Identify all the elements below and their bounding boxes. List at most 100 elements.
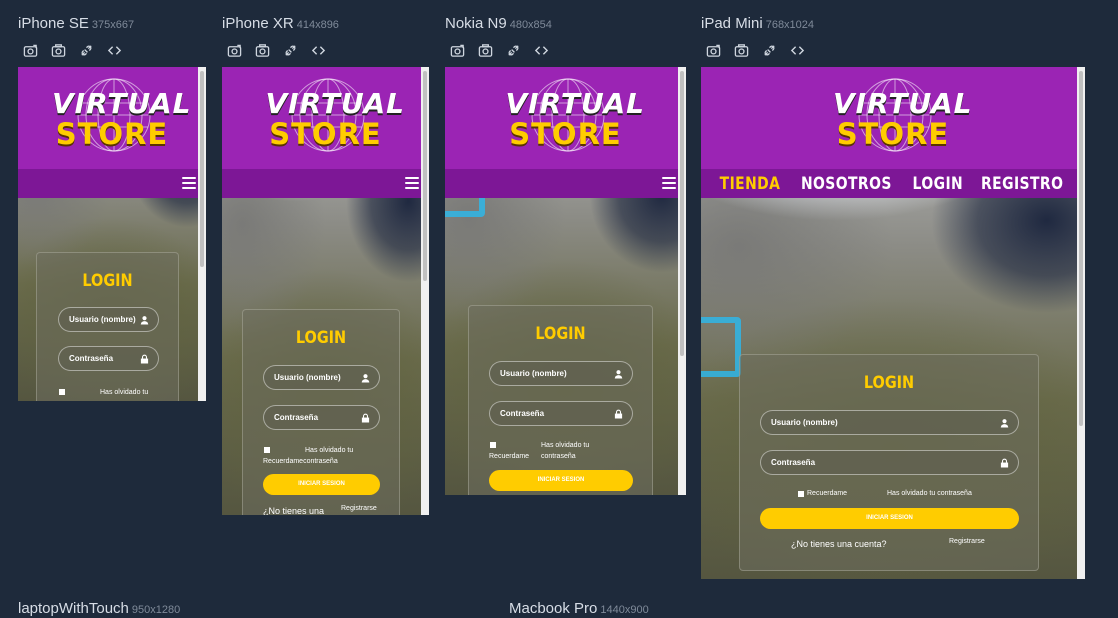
password-field[interactable]: Contraseña: [489, 401, 633, 426]
login-card: LOGIN Usuario (nombre) Contraseña Has ol…: [242, 309, 400, 515]
camera-icon[interactable]: [50, 42, 66, 58]
device-viewport: VIRTUAL STORE LOGIN Usuario (nombre) Con…: [18, 67, 206, 401]
username-field[interactable]: Usuario (nombre): [58, 307, 159, 332]
device-title: iPhone XR 414x896: [222, 15, 339, 32]
scrollbar[interactable]: [198, 67, 206, 401]
hamburger-menu-icon[interactable]: [182, 177, 196, 189]
device-toolbar: [705, 42, 805, 58]
site-logo[interactable]: VIRTUAL STORE: [833, 67, 971, 163]
logo-text-virtual: VIRTUAL: [265, 87, 405, 120]
device-size: 480x854: [509, 19, 552, 31]
login-title: LOGIN: [295, 328, 347, 348]
scrollbar[interactable]: [421, 67, 429, 515]
plug-icon[interactable]: [282, 42, 298, 58]
nav-item-tienda[interactable]: TIENDA: [720, 174, 781, 194]
lock-icon: [361, 413, 370, 423]
navbar: [222, 169, 429, 198]
remember-checkbox[interactable]: [490, 442, 496, 448]
password-placeholder: Contraseña: [500, 409, 545, 418]
device-name: iPhone XR: [222, 15, 294, 32]
site-logo[interactable]: VIRTUAL STORE: [265, 67, 405, 163]
password-field[interactable]: Contraseña: [760, 450, 1019, 475]
device-name: Macbook Pro: [509, 600, 598, 617]
lock-icon: [1000, 458, 1009, 468]
scrollbar[interactable]: [1077, 67, 1085, 579]
login-title: LOGIN: [82, 271, 133, 291]
nav-item-nosotros[interactable]: NOSOTROS: [801, 174, 892, 194]
plug-icon[interactable]: [761, 42, 777, 58]
username-placeholder: Usuario (nombre): [69, 315, 136, 324]
forgot-password-link[interactable]: Has olvidado tu: [100, 388, 148, 398]
device-viewport: VIRTUAL STORE LOGIN Usuario (nombre) Con…: [445, 67, 686, 495]
site-logo[interactable]: VIRTUAL STORE: [52, 67, 190, 163]
camera-icon[interactable]: [477, 42, 493, 58]
password-field[interactable]: Contraseña: [263, 405, 380, 430]
device-name: iPad Mini: [701, 15, 763, 32]
password-placeholder: Contraseña: [771, 458, 816, 467]
nav-item-login[interactable]: LOGIN: [912, 174, 963, 194]
remember-checkbox[interactable]: [798, 491, 804, 497]
device-name: iPhone SE: [18, 15, 89, 32]
forgot-password-link-line2[interactable]: contraseña: [541, 452, 576, 462]
remember-checkbox[interactable]: [264, 447, 270, 453]
camera-rotate-icon[interactable]: [705, 42, 721, 58]
user-icon: [614, 370, 623, 379]
login-card: LOGIN Usuario (nombre) Contraseña Recuer…: [468, 305, 653, 495]
code-icon[interactable]: [533, 42, 549, 58]
device-size: 768x1024: [765, 19, 815, 31]
logo-text-store: STORE: [269, 117, 382, 151]
lock-icon: [614, 409, 623, 419]
plug-icon[interactable]: [78, 42, 94, 58]
device-toolbar: [22, 42, 122, 58]
nav-menu: TIENDA NOSOTROS LOGIN REGISTRO: [701, 169, 1085, 198]
forgot-password-link[interactable]: Has olvidado tu: [541, 441, 589, 451]
device-title: iPad Mini 768x1024: [701, 15, 814, 32]
camera-icon[interactable]: [733, 42, 749, 58]
camera-rotate-icon[interactable]: [449, 42, 465, 58]
camera-rotate-icon[interactable]: [22, 42, 38, 58]
login-title: LOGIN: [863, 373, 915, 393]
camera-icon[interactable]: [254, 42, 270, 58]
code-icon[interactable]: [106, 42, 122, 58]
login-submit-button[interactable]: INICIAR SESION: [760, 508, 1019, 529]
user-icon: [361, 374, 370, 383]
forgot-password-link[interactable]: Has olvidado tu: [305, 446, 353, 456]
device-name: laptopWithTouch: [18, 600, 129, 617]
site-logo[interactable]: VIRTUAL STORE: [505, 67, 645, 163]
login-submit-button[interactable]: INICIAR SESION: [489, 470, 633, 491]
login-title: LOGIN: [535, 324, 586, 344]
remember-checkbox[interactable]: [59, 389, 65, 395]
device-title-macbook: Macbook Pro 1440x900: [509, 600, 649, 617]
login-card: LOGIN Usuario (nombre) Contraseña Recuer…: [739, 354, 1039, 571]
hamburger-menu-icon[interactable]: [405, 177, 419, 189]
device-name: Nokia N9: [445, 15, 507, 32]
register-link[interactable]: Registrarse: [341, 505, 377, 512]
code-icon[interactable]: [789, 42, 805, 58]
no-account-text: ¿No tienes una cuenta?: [791, 539, 887, 549]
logo-text-store: STORE: [836, 117, 950, 151]
username-field[interactable]: Usuario (nombre): [760, 410, 1019, 435]
nav-item-registro[interactable]: REGISTRO: [982, 174, 1064, 194]
password-placeholder: Contraseña: [274, 413, 319, 422]
code-icon[interactable]: [310, 42, 326, 58]
device-viewport: VIRTUAL STORE TIENDA NOSOTROS LOGIN REGI…: [701, 67, 1085, 579]
login-submit-button[interactable]: INICIAR SESION: [263, 474, 380, 495]
scrollbar[interactable]: [678, 67, 686, 495]
user-icon: [140, 316, 149, 325]
camera-rotate-icon[interactable]: [226, 42, 242, 58]
logo-text-virtual: VIRTUAL: [505, 87, 645, 120]
device-size: 375x667: [91, 19, 135, 31]
password-field[interactable]: Contraseña: [58, 346, 159, 371]
site-header: VIRTUAL STORE: [445, 67, 686, 169]
username-field[interactable]: Usuario (nombre): [263, 365, 380, 390]
hamburger-menu-icon[interactable]: [662, 177, 676, 189]
username-placeholder: Usuario (nombre): [500, 369, 567, 378]
forgot-password-link[interactable]: Has olvidado tu contraseña: [887, 489, 972, 499]
device-title: Nokia N9 480x854: [445, 15, 552, 32]
username-field[interactable]: Usuario (nombre): [489, 361, 633, 386]
no-account-text: ¿No tienes una: [263, 506, 325, 515]
register-link[interactable]: Registrarse: [949, 538, 985, 545]
device-viewport: VIRTUAL STORE LOGIN Usuario (nombre) Con…: [222, 67, 429, 515]
remember-label: Recuerdame: [807, 490, 848, 497]
plug-icon[interactable]: [505, 42, 521, 58]
